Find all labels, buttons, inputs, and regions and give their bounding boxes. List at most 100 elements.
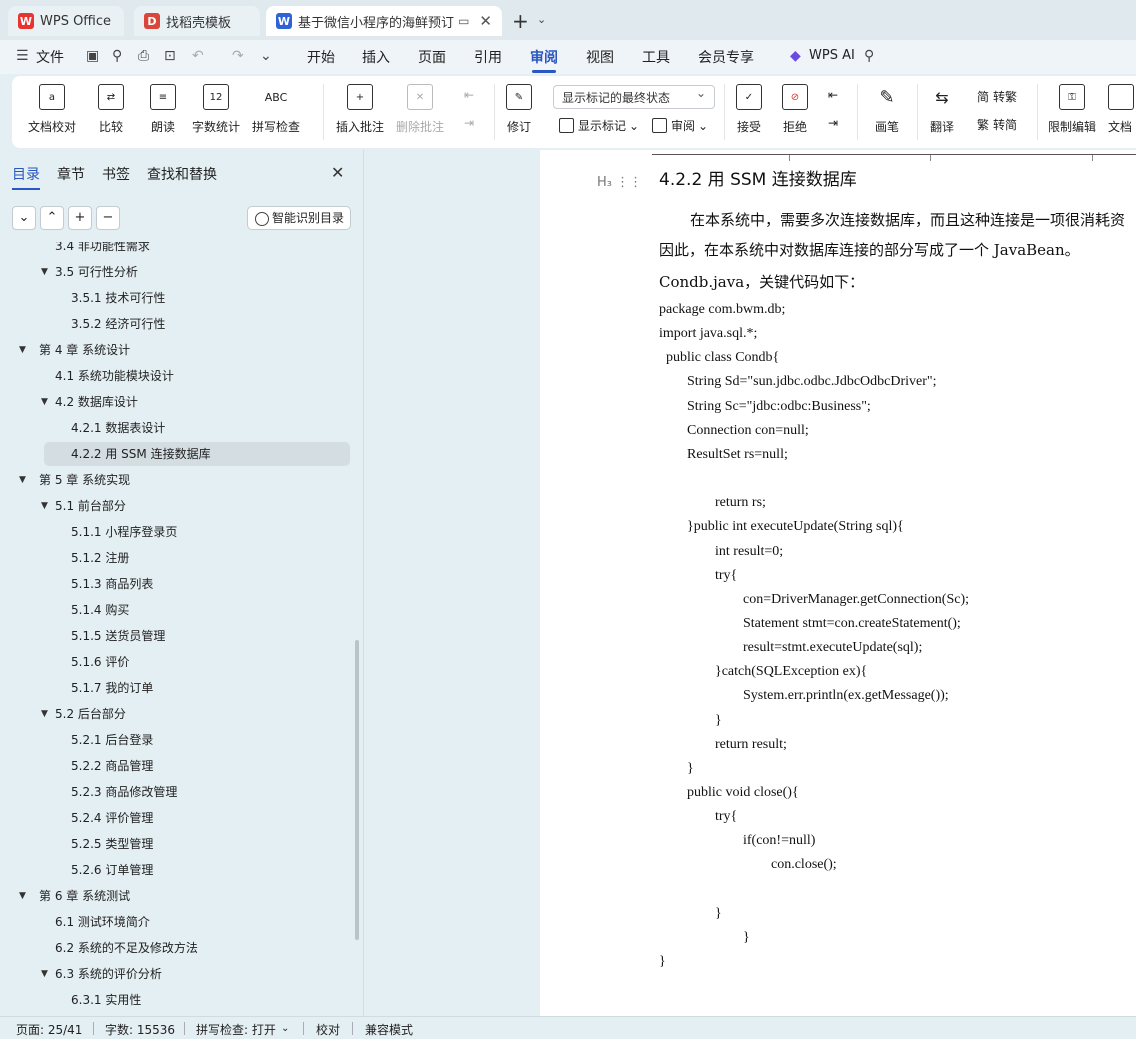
proof-status[interactable]: 校对: [316, 1021, 340, 1038]
toc-item[interactable]: 5.2.6 订单管理: [44, 858, 350, 882]
close-nav-icon[interactable]: ✕: [331, 163, 344, 182]
toc-item[interactable]: ▼ 4.2 数据库设计: [41, 390, 350, 414]
toc-item[interactable]: 3.5.1 技术可行性: [44, 286, 350, 310]
restrict-editing-button[interactable]: ⚿ 限制编辑: [1048, 84, 1096, 135]
expand-triangle-icon[interactable]: ▼: [41, 494, 48, 518]
redo-icon[interactable]: ↷: [232, 48, 244, 64]
close-tab-icon[interactable]: ✕: [479, 12, 492, 30]
review-pane-button[interactable]: 审阅 ⌄: [652, 117, 708, 134]
toc-item[interactable]: ▼ 5.1 前台部分: [41, 494, 350, 518]
to-simplified-button[interactable]: 繁转简: [977, 116, 1017, 133]
translate-button[interactable]: ⇆ 翻译: [929, 84, 955, 135]
toc-item[interactable]: 5.1.6 评价: [44, 650, 350, 674]
toc-item[interactable]: 4.1 系统功能模块设计: [44, 364, 350, 388]
read-aloud-button[interactable]: ≡ 朗读: [150, 84, 176, 135]
toc-item[interactable]: ▼ 第 6 章 系统测试: [19, 884, 344, 908]
expand-triangle-icon[interactable]: ▼: [19, 468, 26, 492]
expand-triangle-icon[interactable]: ▼: [41, 390, 48, 414]
toc-item[interactable]: 5.2.2 商品管理: [44, 754, 350, 778]
toc-item[interactable]: 3.4 非功能性需求: [44, 242, 350, 258]
document-page[interactable]: H₃ ⋮⋮ 4.2.2 用 SSM 连接数据库 在本系统中，需要多次连接数据库，…: [540, 150, 1136, 1016]
show-markup-button[interactable]: 显示标记 ⌄: [559, 117, 639, 134]
menu-home[interactable]: 开始: [307, 47, 335, 67]
toc-item[interactable]: 6.2 系统的不足及修改方法: [44, 936, 350, 960]
pen-button[interactable]: ✎ 画笔: [874, 84, 900, 135]
remove-heading-button[interactable]: −: [96, 206, 120, 230]
delete-comment-button[interactable]: ✕ 删除批注: [396, 84, 444, 135]
tab-current-document[interactable]: W 基于微信小程序的海鲜预订系统 ▭ ✕: [266, 6, 502, 36]
smart-toc-button[interactable]: 智能识别目录: [247, 206, 351, 230]
wps-ai-icon[interactable]: ◆: [790, 48, 801, 64]
toc-item[interactable]: 5.1.7 我的订单: [44, 676, 350, 700]
toc-item[interactable]: 5.1.5 送货员管理: [44, 624, 350, 648]
expand-triangle-icon[interactable]: ▼: [41, 962, 48, 986]
insert-comment-button[interactable]: + 插入批注: [336, 84, 384, 135]
menu-tools[interactable]: 工具: [642, 47, 670, 67]
toc-item[interactable]: 3.5.2 经济可行性: [44, 312, 350, 336]
toc-item[interactable]: 6.1 测试环境简介: [44, 910, 350, 934]
toc-item[interactable]: 6.3.1 实用性: [44, 988, 350, 1012]
menu-references[interactable]: 引用: [474, 47, 502, 67]
word-count-status[interactable]: 字数: 15536: [105, 1021, 175, 1038]
tab-toc[interactable]: 目录: [12, 164, 40, 190]
toc-item[interactable]: 5.2.1 后台登录: [44, 728, 350, 752]
toc-item[interactable]: ▼ 5.2 后台部分: [41, 702, 350, 726]
previous-change-icon[interactable]: ⇤: [828, 88, 838, 102]
format-painter-icon[interactable]: ⚲: [112, 48, 122, 64]
expand-triangle-icon[interactable]: ▼: [19, 884, 26, 908]
collapse-all-button[interactable]: ⌄: [12, 206, 36, 230]
spell-check-button[interactable]: ABC 拼写检查: [252, 84, 300, 135]
save-icon[interactable]: ▣: [86, 48, 99, 64]
new-tab-icon[interactable]: +: [512, 9, 529, 33]
spell-check-status[interactable]: 拼写检查: 打开: [196, 1021, 276, 1038]
nav-scrollbar[interactable]: [355, 640, 359, 940]
quick-access-more-icon[interactable]: ⌄: [260, 48, 272, 64]
toc-item[interactable]: ▼ 第 4 章 系统设计: [19, 338, 344, 362]
chevron-down-icon[interactable]: ⌄: [537, 13, 546, 26]
expand-triangle-icon[interactable]: ▼: [19, 338, 26, 362]
menu-wps-ai[interactable]: WPS AI: [809, 48, 855, 63]
next-comment-icon[interactable]: ⇥: [464, 116, 474, 130]
tab-sections[interactable]: 章节: [57, 164, 85, 184]
to-traditional-button[interactable]: 简转繁: [977, 88, 1017, 105]
print-preview-icon[interactable]: ⊡: [164, 48, 176, 64]
chevron-down-icon[interactable]: ⌄: [281, 1023, 289, 1034]
undo-icon[interactable]: ↶: [192, 48, 204, 64]
menu-member[interactable]: 会员专享: [698, 47, 754, 67]
toc-item[interactable]: 4.2.2 用 SSM 连接数据库: [44, 442, 350, 466]
reject-button[interactable]: ⊘ 拒绝: [782, 84, 808, 135]
accept-button[interactable]: ✓ 接受: [736, 84, 762, 135]
toc-item[interactable]: 5.2.4 评价管理: [44, 806, 350, 830]
toc-item[interactable]: ▼ 第 5 章 系统实现: [19, 468, 344, 492]
track-changes-button[interactable]: ✎ 修订: [506, 84, 532, 135]
heading-drag-handle-icon[interactable]: H₃ ⋮⋮: [597, 175, 642, 190]
toc-item[interactable]: 5.2.3 商品修改管理: [44, 780, 350, 804]
tab-docer-templates[interactable]: D 找稻壳模板: [134, 6, 260, 36]
page-indicator[interactable]: 页面: 25/41: [16, 1021, 82, 1038]
toc-item[interactable]: 5.1.3 商品列表: [44, 572, 350, 596]
toc-item[interactable]: ▼ 6.3 系统的评价分析: [41, 962, 350, 986]
document-protect-button[interactable]: 文档: [1108, 84, 1134, 135]
menu-page[interactable]: 页面: [418, 47, 446, 67]
print-icon[interactable]: ⎙: [138, 48, 149, 64]
expand-triangle-icon[interactable]: ▼: [41, 702, 48, 726]
proof-button[interactable]: a 文档校对: [28, 84, 76, 135]
toc-item[interactable]: 5.1.4 购买: [44, 598, 350, 622]
next-change-icon[interactable]: ⇥: [828, 116, 838, 130]
menu-view[interactable]: 视图: [586, 47, 614, 67]
tab-wps-office[interactable]: W WPS Office: [8, 6, 124, 36]
menu-file[interactable]: 文件: [36, 47, 64, 67]
tab-bookmarks[interactable]: 书签: [102, 164, 130, 184]
toc-item[interactable]: ▼ 3.5 可行性分析: [41, 260, 350, 284]
tab-find-replace[interactable]: 查找和替换: [147, 164, 217, 184]
word-count-button[interactable]: 12 字数统计: [192, 84, 240, 135]
expand-all-button[interactable]: ⌃: [40, 206, 64, 230]
toc-item[interactable]: 5.1.1 小程序登录页: [44, 520, 350, 544]
search-icon[interactable]: ⚲: [864, 48, 874, 64]
expand-triangle-icon[interactable]: ▼: [41, 260, 48, 284]
compare-button[interactable]: ⇄ 比较: [98, 84, 124, 135]
previous-comment-icon[interactable]: ⇤: [464, 88, 474, 102]
toc-item[interactable]: 5.1.2 注册: [44, 546, 350, 570]
monitor-icon[interactable]: ▭: [458, 14, 469, 28]
markup-state-dropdown[interactable]: 显示标记的最终状态: [553, 85, 715, 109]
